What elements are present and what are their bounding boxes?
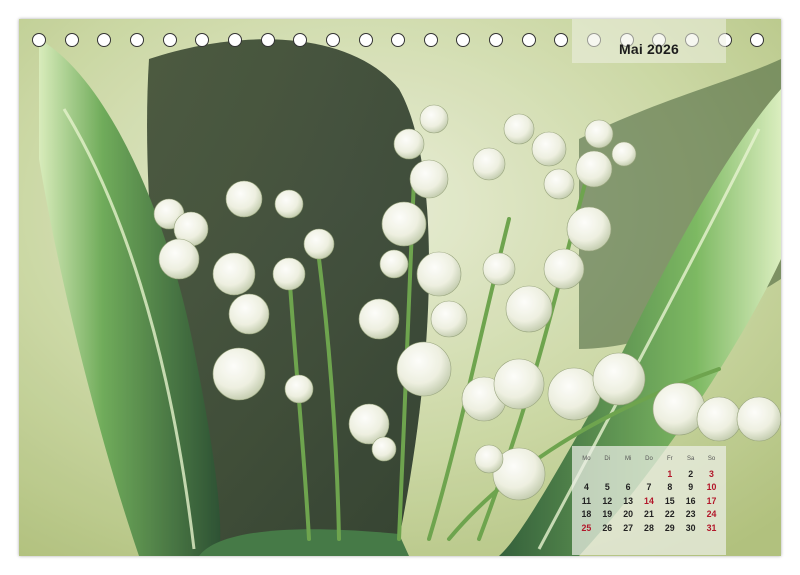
weekday-label: Di bbox=[604, 455, 611, 462]
binding-hole bbox=[391, 33, 406, 47]
day-cell: 4 bbox=[583, 482, 589, 493]
week-row: 11 12 13 14 15 16 17 bbox=[576, 494, 722, 507]
binding-hole bbox=[489, 33, 504, 47]
day-cell: 17 bbox=[706, 495, 717, 506]
day-cell: 30 bbox=[685, 522, 696, 533]
binding-hole bbox=[750, 33, 765, 47]
weekday-label: Mi bbox=[624, 455, 632, 462]
weekday-label: Fr bbox=[666, 455, 673, 462]
binding-hole bbox=[423, 33, 438, 47]
binding-hole bbox=[227, 33, 242, 47]
day-cell: 9 bbox=[688, 482, 694, 493]
day-cell: 7 bbox=[646, 482, 652, 493]
binding-hole bbox=[32, 33, 46, 47]
weekday-label: Do bbox=[645, 455, 653, 462]
day-cell: 25 bbox=[581, 522, 592, 533]
week-row: 1 2 3 bbox=[576, 467, 722, 480]
day-cell: 8 bbox=[667, 482, 673, 493]
weekday-label: So bbox=[707, 455, 716, 462]
day-cell: 2 bbox=[688, 469, 694, 480]
binding-hole bbox=[554, 33, 569, 47]
binding-hole bbox=[456, 33, 471, 47]
day-cell: 16 bbox=[685, 495, 696, 506]
binding-hole bbox=[129, 33, 144, 47]
day-cell: 20 bbox=[623, 509, 633, 520]
day-cell: 1 bbox=[667, 469, 673, 480]
calendar-page: Mai 2026 Mo Di Mi Do Fr Sa So 1 2 3 4 5 6 7 8 9 10 11 12 13… bbox=[19, 19, 781, 556]
binding-hole bbox=[195, 33, 210, 47]
day-cell: 11 bbox=[581, 495, 592, 506]
day-cell: 12 bbox=[602, 495, 613, 506]
binding-hole bbox=[358, 33, 373, 47]
binding-hole bbox=[293, 33, 308, 47]
day-cell: 27 bbox=[623, 522, 633, 533]
day-cell: 21 bbox=[644, 509, 654, 520]
binding-hole bbox=[260, 33, 275, 47]
day-cell: 24 bbox=[706, 509, 717, 520]
day-cell: 19 bbox=[602, 509, 613, 520]
weekday-label: Sa bbox=[686, 455, 695, 462]
day-cell: 28 bbox=[644, 522, 654, 533]
day-cell: 3 bbox=[709, 469, 714, 480]
day-cell: 22 bbox=[664, 509, 675, 520]
binding-hole bbox=[64, 33, 79, 47]
binding-hole bbox=[97, 33, 112, 47]
binding-hole bbox=[521, 33, 536, 47]
week-row: 18 19 20 21 22 23 24 bbox=[576, 508, 722, 521]
month-calendar-panel: Mo Di Mi Do Fr Sa So 1 2 3 4 5 6 7 8 9 10 11 12 13 14 15 16 17 1… bbox=[572, 446, 726, 555]
day-cell: 29 bbox=[664, 522, 675, 533]
weekday-label: Mo bbox=[582, 455, 591, 462]
day-cell: 23 bbox=[685, 509, 696, 520]
binding-hole bbox=[325, 33, 340, 47]
day-cell: 10 bbox=[706, 482, 717, 493]
calendar-grid: Mo Di Mi Do Fr Sa So 1 2 3 4 5 6 7 8 9 10 11 12 13 14 15 16 17 1… bbox=[576, 454, 722, 534]
day-cell: 31 bbox=[706, 522, 717, 533]
day-cell: 18 bbox=[581, 509, 592, 520]
day-cell: 14 bbox=[644, 495, 654, 506]
binding-hole bbox=[162, 33, 177, 47]
week-row: 25 26 27 28 29 30 31 bbox=[576, 521, 722, 534]
month-title: Mai 2026 bbox=[619, 41, 679, 57]
day-cell: 15 bbox=[664, 495, 675, 506]
day-cell: 26 bbox=[602, 522, 613, 533]
day-cell: 13 bbox=[623, 495, 633, 506]
week-row: 4 5 6 7 8 9 10 bbox=[576, 481, 722, 494]
day-cell: 5 bbox=[604, 482, 610, 493]
day-cell: 6 bbox=[625, 482, 631, 493]
weekday-header-row: Mo Di Mi Do Fr Sa So bbox=[576, 454, 722, 467]
month-header-panel: Mai 2026 bbox=[572, 19, 726, 63]
